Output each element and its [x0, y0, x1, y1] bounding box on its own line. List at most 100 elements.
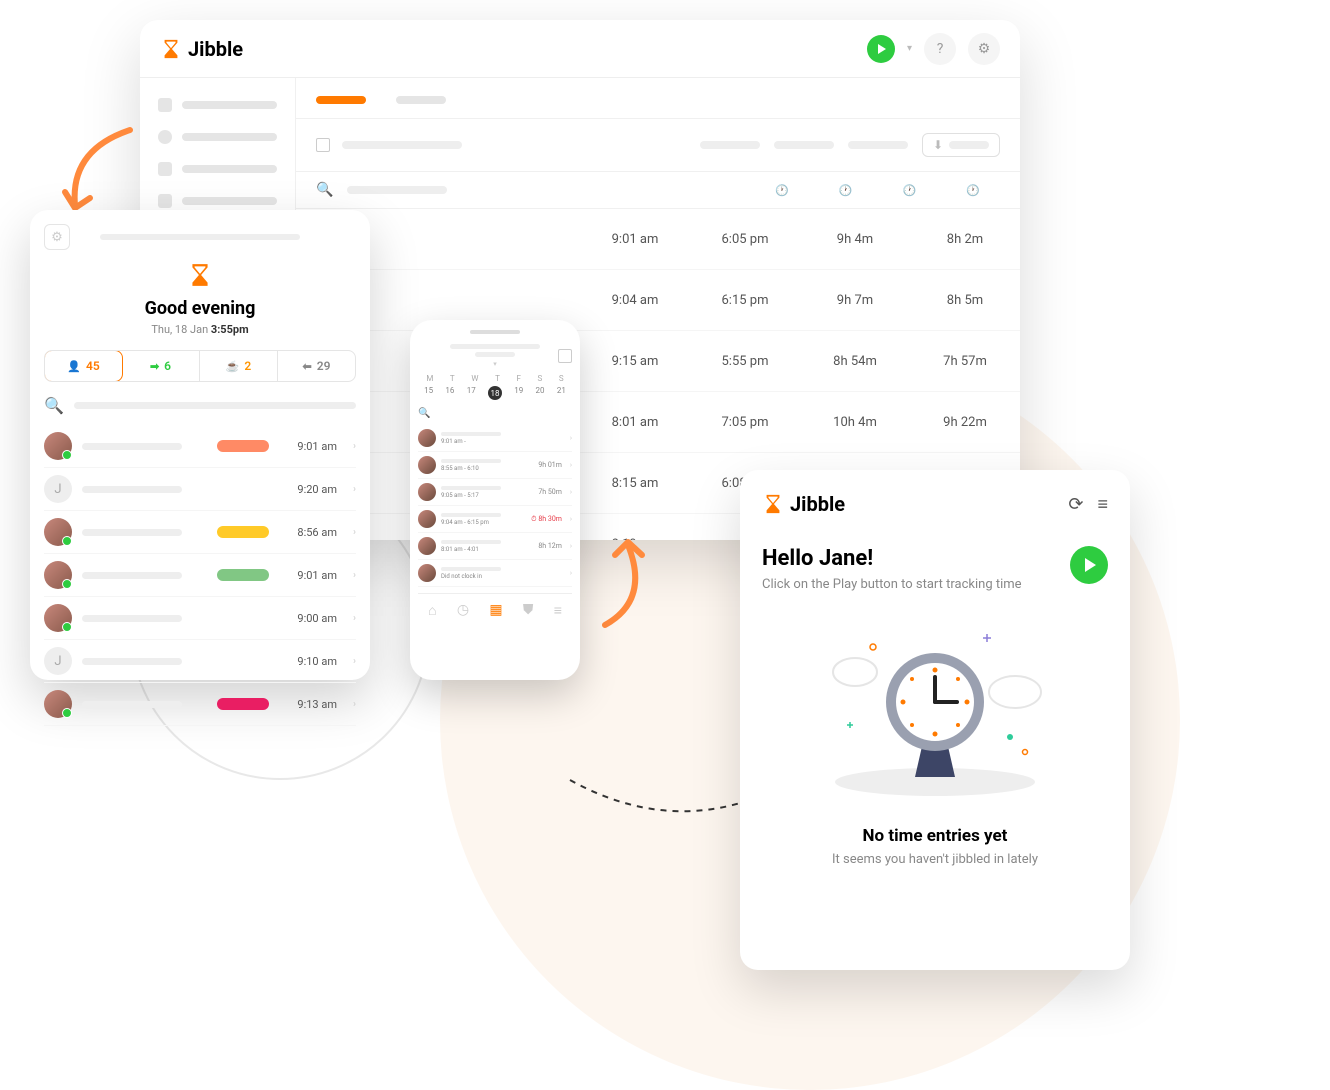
home-icon[interactable]: ⌂ — [428, 602, 436, 619]
entry-row[interactable]: 8:01 am - 4:01 8h 12m › — [418, 533, 572, 560]
sidebar-item[interactable] — [158, 194, 277, 208]
time-range: 9:01 am - — [441, 438, 557, 445]
time-out: 5:55 pm — [710, 354, 780, 369]
person-row[interactable]: 9:13 am › — [44, 683, 356, 726]
date[interactable]: 21 — [557, 386, 566, 400]
date[interactable]: 19 — [514, 386, 523, 400]
stat-break[interactable]: ☕2 — [200, 351, 278, 381]
help-icon[interactable]: ? — [924, 33, 956, 65]
settings-icon[interactable]: ⚙ — [44, 224, 70, 250]
calendar-icon[interactable] — [316, 138, 330, 152]
timer-icon[interactable]: ◷ — [457, 602, 469, 619]
play-button[interactable] — [1070, 546, 1108, 584]
entry-row[interactable]: 9:05 am - 5:17 7h 50m › — [418, 479, 572, 506]
person-row[interactable]: 9:00 am› — [44, 597, 356, 640]
stat-people[interactable]: 👤45 — [44, 350, 123, 382]
sidebar-item[interactable] — [158, 162, 277, 176]
weekday: T — [495, 374, 500, 383]
avatar — [44, 604, 72, 632]
clock-icon: 🕐 — [903, 184, 917, 197]
brand-logo: Jibble — [160, 37, 243, 61]
settings-icon[interactable]: ⚙ — [968, 33, 1000, 65]
date[interactable]: 16 — [445, 386, 454, 400]
time-in: 9:15 am — [600, 354, 670, 369]
avatar — [418, 483, 436, 501]
greeting-text: Good evening — [44, 298, 356, 319]
chevron-down-icon[interactable]: ▾ — [907, 43, 912, 54]
sidebar-item[interactable] — [158, 130, 277, 144]
entry-row[interactable]: 8:55 am - 6:10 9h 01m › — [418, 452, 572, 479]
date[interactable]: 18 — [488, 386, 502, 400]
duration: 7h 50m — [538, 488, 562, 496]
weekday: W — [471, 374, 478, 383]
timesheet-row[interactable]: 9:01 am 6:05 pm 9h 4m 8h 2m — [296, 209, 1020, 270]
weekday: S — [538, 374, 543, 383]
person-row[interactable]: 9:01 am› — [44, 425, 356, 468]
phone-window: ▾ MTWTFSS 15161718192021 🔍 9:01 am - › 8… — [410, 320, 580, 680]
stat-out[interactable]: ⬅29 — [278, 351, 355, 381]
avatar — [418, 429, 436, 447]
clock-icon: 🕐 — [775, 184, 789, 197]
timesheet-row[interactable]: 9:15 am 5:55 pm 8h 54m 7h 57m — [296, 331, 1020, 392]
sidebar-item[interactable] — [158, 98, 277, 112]
time: 9:01 am — [287, 440, 337, 453]
net: 7h 57m — [930, 354, 1000, 369]
time-range: 8:55 am - 6:10 — [441, 465, 533, 472]
chevron-right-icon: › — [570, 542, 572, 550]
search-icon[interactable]: 🔍 — [316, 182, 333, 198]
tab-inactive[interactable] — [396, 96, 446, 104]
avatar — [44, 561, 72, 589]
entry-row[interactable]: 9:04 am - 6:15 pm ⏱ 8h 30m › — [418, 506, 572, 533]
duration: 8h 54m — [820, 354, 890, 369]
person-row[interactable]: J9:20 am› — [44, 468, 356, 511]
timesheet-row[interactable]: 9:04 am 6:15 pm 9h 7m 8h 5m — [296, 270, 1020, 331]
weekday: M — [426, 374, 433, 383]
chevron-right-icon: › — [353, 699, 356, 710]
duration: 10h 4m — [820, 415, 890, 430]
menu-icon[interactable]: ≡ — [554, 602, 562, 619]
timesheet-row[interactable]: 8:01 am 7:05 pm 10h 4m 9h 22m — [296, 392, 1020, 453]
time-range: 9:05 am - 5:17 — [441, 492, 533, 499]
entry-row[interactable]: 9:01 am - › — [418, 425, 572, 452]
person-row[interactable]: 8:56 am› — [44, 511, 356, 554]
clock-illustration — [762, 622, 1108, 806]
date[interactable]: 15 — [424, 386, 433, 400]
net: 8h 2m — [930, 232, 1000, 247]
hourglass-icon — [762, 493, 784, 515]
time: 9:13 am — [287, 698, 337, 711]
tab-active[interactable] — [316, 96, 366, 104]
calendar-icon[interactable] — [558, 349, 572, 363]
time-range: Did not clock in — [441, 573, 557, 580]
time-out: 7:05 pm — [710, 415, 780, 430]
refresh-icon[interactable]: ⟳ — [1068, 494, 1083, 515]
chevron-right-icon: › — [353, 656, 356, 667]
empty-title: No time entries yet — [762, 826, 1108, 846]
duration: 9h 7m — [820, 293, 890, 308]
avatar — [418, 537, 436, 555]
stat-in[interactable]: ➡6 — [122, 351, 200, 381]
clock-in-button[interactable] — [867, 35, 895, 63]
time-in: 8:01 am — [600, 415, 670, 430]
entry-row[interactable]: Did not clock in › — [418, 560, 572, 587]
person-row[interactable]: 9:01 am› — [44, 554, 356, 597]
menu-icon[interactable]: ≡ — [1097, 494, 1108, 515]
person-row[interactable]: J9:10 am› — [44, 640, 356, 683]
chevron-right-icon: › — [570, 515, 572, 523]
timesheet-icon[interactable]: ▦ — [489, 602, 502, 619]
avatar: J — [44, 647, 72, 675]
duration: ⏱ 8h 30m — [531, 515, 562, 524]
status-tag — [217, 698, 269, 710]
date[interactable]: 17 — [467, 386, 476, 400]
download-button[interactable]: ⬇ — [922, 133, 1000, 157]
search-icon[interactable]: 🔍 — [44, 396, 64, 415]
datetime: Thu, 18 Jan 3:55pm — [44, 323, 356, 336]
time-out: 6:05 pm — [710, 232, 780, 247]
search-icon[interactable]: 🔍 — [418, 408, 572, 419]
shield-icon[interactable]: ⛊ — [523, 602, 534, 619]
time-in: 8:15 am — [600, 476, 670, 491]
arrow-decoration-1 — [50, 120, 140, 220]
date[interactable]: 20 — [536, 386, 545, 400]
time-range: 9:04 am - 6:15 pm — [441, 519, 526, 526]
clock-icon: 🕐 — [966, 184, 980, 197]
drag-handle[interactable] — [100, 234, 300, 240]
